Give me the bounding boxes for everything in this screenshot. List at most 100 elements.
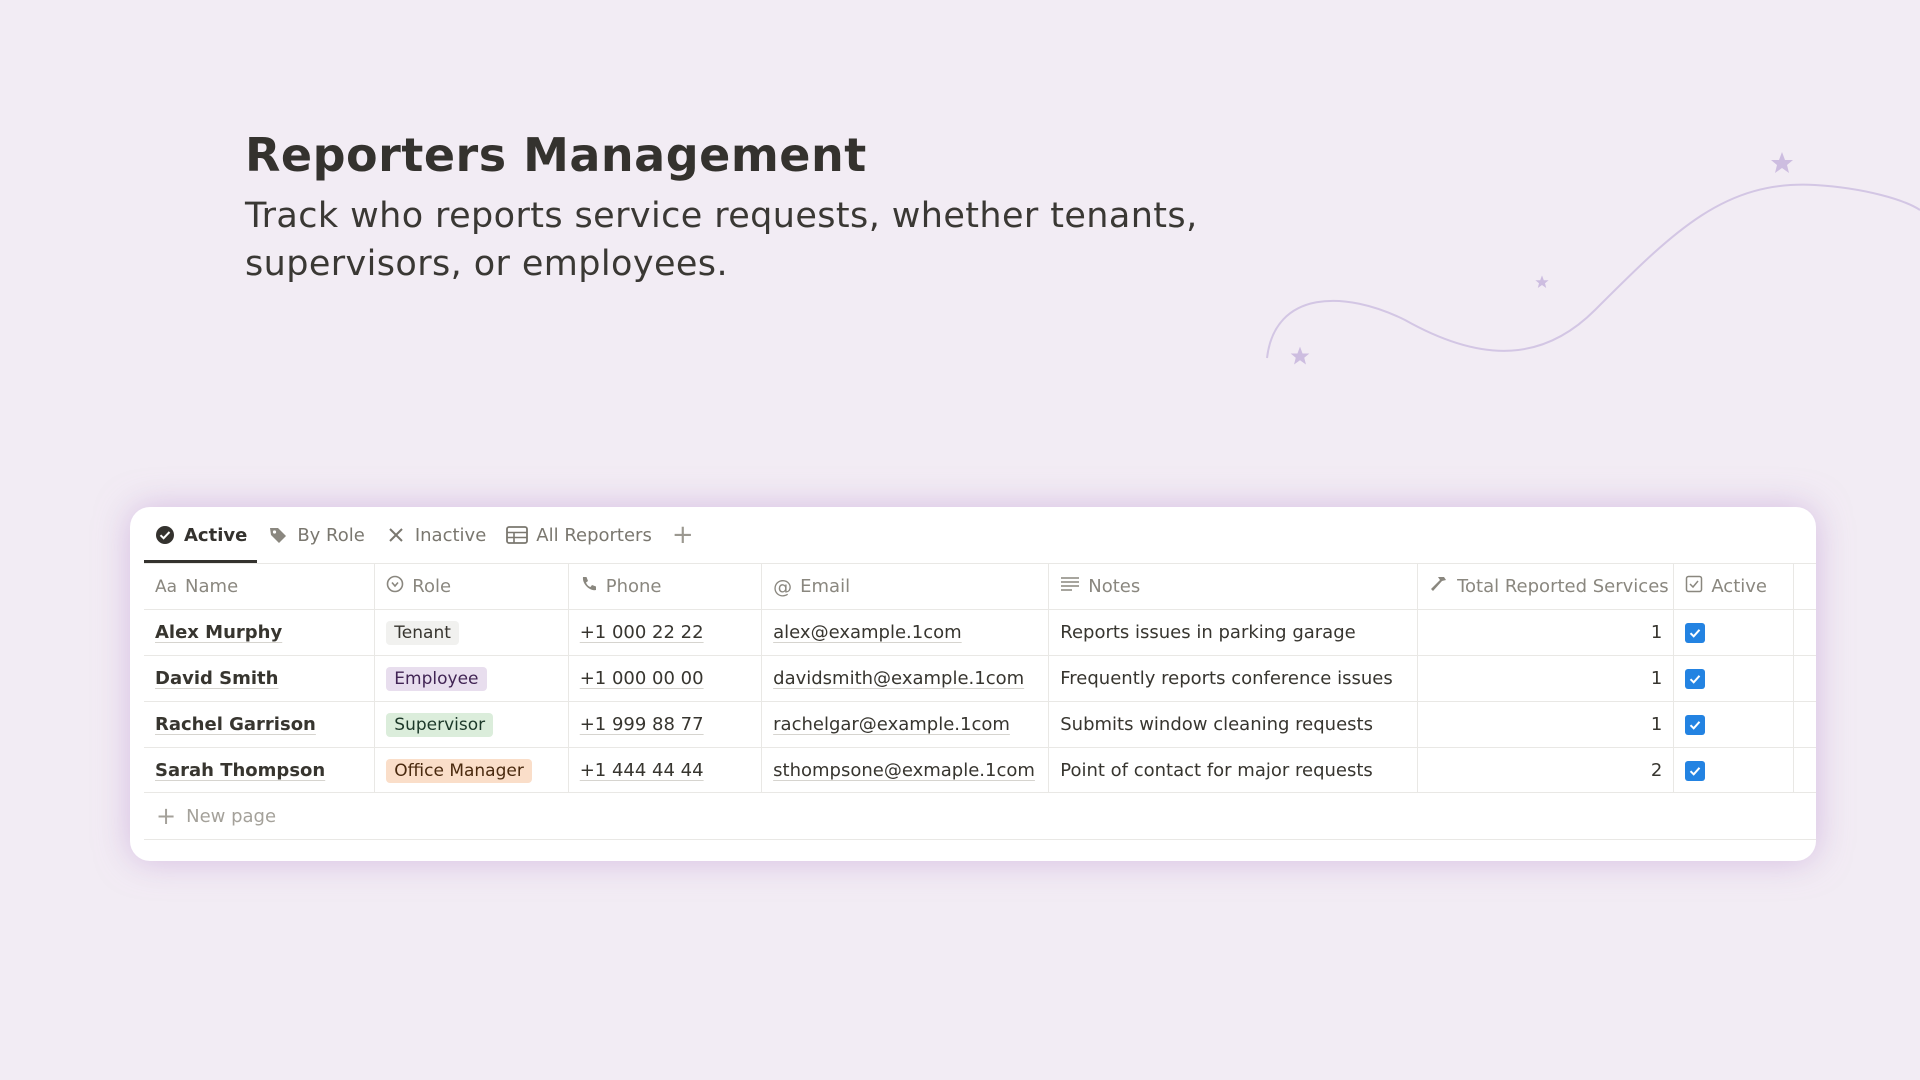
cell-active[interactable] <box>1673 610 1793 655</box>
x-icon <box>385 524 407 546</box>
reporter-name[interactable]: Sarah Thompson <box>155 760 325 781</box>
decorative-swirl <box>1266 152 1920 365</box>
table-row[interactable]: Alex Murphy Tenant +1 000 22 22 alex@exampl… <box>144 609 1816 655</box>
page-title: Reporters Management <box>245 128 867 182</box>
column-header-active[interactable]: Active <box>1673 564 1793 609</box>
active-checkbox[interactable] <box>1685 760 1706 781</box>
cell-notes[interactable]: Frequently reports conference issues <box>1048 656 1417 701</box>
cell-email[interactable]: sthompsone@exmaple.1com <box>761 748 1048 793</box>
role-tag: Office Manager <box>386 758 532 783</box>
column-header-email[interactable]: @ Email <box>761 564 1048 609</box>
cell-phone[interactable]: +1 000 00 00 <box>567 656 761 701</box>
cell-name[interactable]: Alex Murphy <box>144 610 374 655</box>
column-header-notes[interactable]: Notes <box>1048 564 1417 609</box>
phone-icon <box>580 575 598 598</box>
role-tag: Tenant <box>386 620 459 645</box>
email-link[interactable]: sthompsone@exmaple.1com <box>773 760 1035 781</box>
reporter-name[interactable]: David Smith <box>155 668 278 689</box>
role-tag: Employee <box>386 666 487 691</box>
cell-email[interactable]: davidsmith@example.1com <box>761 656 1048 701</box>
notes-text: Reports issues in parking garage <box>1060 622 1356 643</box>
table: Aa Name Role Phone @ Email Notes Total R… <box>144 563 1816 840</box>
database-card: Active By Role Inactive All Reporters + <box>130 507 1816 861</box>
select-icon <box>386 575 404 598</box>
star-icon <box>1290 346 1310 365</box>
cell-phone[interactable]: +1 444 44 44 <box>567 748 761 793</box>
tab-active[interactable]: Active <box>144 507 258 563</box>
tab-label: All Reporters <box>536 524 652 546</box>
cell-active[interactable] <box>1673 702 1793 747</box>
cell-email[interactable]: alex@example.1com <box>761 610 1048 655</box>
column-header-overflow <box>1792 564 1816 609</box>
column-header-role[interactable]: Role <box>374 564 567 609</box>
email-link[interactable]: rachelgar@example.1com <box>773 714 1010 735</box>
star-icon <box>1771 152 1793 173</box>
cell-notes[interactable]: Reports issues in parking garage <box>1048 610 1417 655</box>
cell-role[interactable]: Office Manager <box>374 748 567 793</box>
total-value: 2 <box>1650 760 1663 781</box>
cell-role[interactable]: Supervisor <box>374 702 567 747</box>
hero: Reporters Management Track who reports s… <box>245 128 1305 288</box>
cell-total[interactable]: 1 <box>1417 702 1673 747</box>
plus-icon: + <box>156 802 177 830</box>
cell-overflow <box>1792 610 1816 655</box>
checkbox-icon <box>1685 575 1703 598</box>
cell-overflow <box>1792 656 1816 701</box>
cell-notes[interactable]: Submits window cleaning requests <box>1048 702 1417 747</box>
total-value: 1 <box>1650 668 1663 689</box>
total-value: 1 <box>1650 622 1663 643</box>
notes-text: Point of contact for major requests <box>1060 760 1373 781</box>
phone-link[interactable]: +1 444 44 44 <box>580 760 704 781</box>
at-icon: @ <box>773 575 793 598</box>
email-link[interactable]: davidsmith@example.1com <box>773 668 1024 689</box>
cell-overflow <box>1792 748 1816 793</box>
notes-text: Submits window cleaning requests <box>1060 714 1373 735</box>
table-icon <box>506 524 529 546</box>
cell-phone[interactable]: +1 000 22 22 <box>567 610 761 655</box>
cell-name[interactable]: Sarah Thompson <box>144 748 374 793</box>
star-icon <box>1535 275 1549 288</box>
cell-role[interactable]: Tenant <box>374 610 567 655</box>
cell-active[interactable] <box>1673 656 1793 701</box>
tab-all-reporters[interactable]: All Reporters <box>496 507 662 563</box>
tab-inactive[interactable]: Inactive <box>375 507 496 563</box>
phone-link[interactable]: +1 000 22 22 <box>580 622 704 643</box>
cell-name[interactable]: David Smith <box>144 656 374 701</box>
cell-role[interactable]: Employee <box>374 656 567 701</box>
table-row[interactable]: David Smith Employee +1 000 00 00 davidsmit… <box>144 655 1816 701</box>
page-subtitle: Track who reports service requests, whet… <box>245 196 1198 284</box>
cell-total[interactable]: 2 <box>1417 748 1673 793</box>
cell-name[interactable]: Rachel Garrison <box>144 702 374 747</box>
cell-total[interactable]: 1 <box>1417 610 1673 655</box>
active-checkbox[interactable] <box>1685 622 1706 643</box>
phone-link[interactable]: +1 000 00 00 <box>580 668 704 689</box>
new-page-label: New page <box>186 805 277 827</box>
view-tabs: Active By Role Inactive All Reporters + <box>144 507 1816 563</box>
table-row[interactable]: Rachel Garrison Supervisor +1 999 88 77 rac… <box>144 701 1816 747</box>
tag-icon <box>267 524 289 546</box>
active-checkbox[interactable] <box>1685 714 1706 735</box>
new-page-button[interactable]: + New page <box>144 793 1816 840</box>
cell-total[interactable]: 1 <box>1417 656 1673 701</box>
role-tag: Supervisor <box>386 712 494 737</box>
phone-link[interactable]: +1 999 88 77 <box>580 714 704 735</box>
table-header: Aa Name Role Phone @ Email Notes Total R… <box>144 563 1816 609</box>
tab-label: Active <box>184 524 248 546</box>
table-row[interactable]: Sarah Thompson Office Manager +1 444 44 44… <box>144 747 1816 793</box>
text-aa-icon: Aa <box>155 576 178 597</box>
column-header-name[interactable]: Aa Name <box>144 564 374 609</box>
tab-by-role[interactable]: By Role <box>257 507 375 563</box>
cell-active[interactable] <box>1673 748 1793 793</box>
reporter-name[interactable]: Alex Murphy <box>155 622 282 643</box>
cell-phone[interactable]: +1 999 88 77 <box>567 702 761 747</box>
email-link[interactable]: alex@example.1com <box>773 622 962 643</box>
add-view-button[interactable]: + <box>662 507 704 563</box>
reporter-name[interactable]: Rachel Garrison <box>155 714 316 735</box>
tab-label: By Role <box>297 524 365 546</box>
column-header-phone[interactable]: Phone <box>567 564 761 609</box>
cell-notes[interactable]: Point of contact for major requests <box>1048 748 1417 793</box>
column-header-total[interactable]: Total Reported Services <box>1417 564 1673 609</box>
active-checkbox[interactable] <box>1685 668 1706 689</box>
cell-email[interactable]: rachelgar@example.1com <box>761 702 1048 747</box>
plus-icon: + <box>671 520 694 550</box>
